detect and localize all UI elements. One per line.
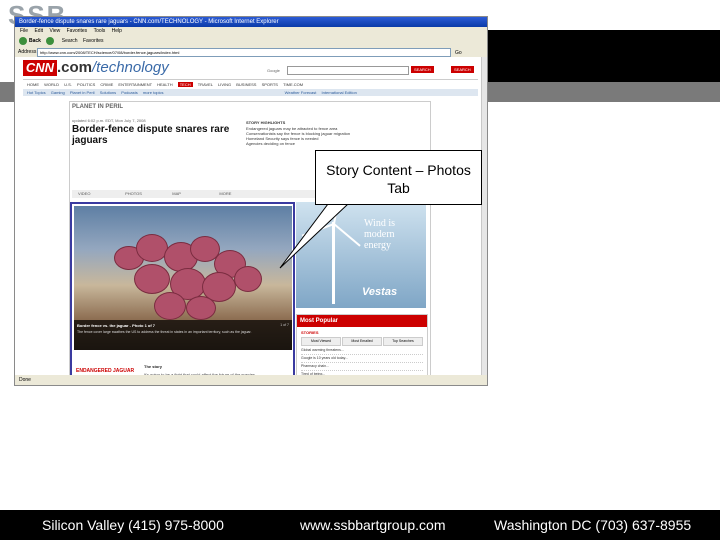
wind-turbine-icon [332,222,335,304]
menu-edit[interactable]: Edit [34,28,43,34]
section-main: .com [57,59,93,76]
subnav-solutions[interactable]: Solutions [100,90,116,95]
menu-file[interactable]: File [20,28,28,34]
nav-home[interactable]: HOME [27,82,39,87]
favorites-button[interactable]: Favorites [83,36,104,47]
photo-gallery: Border fence vs. the jaguar - Photo 1 of… [70,202,295,385]
subnav-hot-topics[interactable]: Hot Topics [27,90,46,95]
cactus-pad [154,292,186,320]
caption-text: The fence cover large swathes the US to … [77,330,252,334]
subnav-more[interactable]: more topics [143,90,164,95]
ad-brand: Vestas [362,286,398,298]
subnav-gaming[interactable]: Gaming [51,90,65,95]
subnav-planet[interactable]: Planet in Peril [70,90,95,95]
footer-silicon-valley: Silicon Valley (415) 975-8000 [42,517,224,533]
endangered-jaguar-logo: ENDANGERED JAGUAR [76,368,135,374]
cactus-pad [234,266,262,292]
photo-caption: Border fence vs. the jaguar - Photo 1 of… [74,320,292,350]
turbine-blade [333,223,361,247]
page-viewport: CNN .com/technology Google SEARCH SEARCH… [15,57,481,385]
footer-washington: Washington DC (703) 637-8955 [494,517,692,533]
nav-us[interactable]: U.S. [64,82,72,87]
menu-favorites[interactable]: Favorites [67,28,88,34]
address-label: Address [18,49,37,55]
forward-button[interactable] [46,36,56,47]
nav-politics[interactable]: POLITICS [77,82,95,87]
slide-header-bar [486,30,720,82]
story-highlights-title: STORY HIGHLIGHTS [246,120,286,125]
cactus-pad [186,296,216,320]
cactus-pad [134,264,170,294]
story-headline: Border-fence dispute snares rare jaguars [72,124,230,146]
nav-entertainment[interactable]: ENTERTAINMENT [118,82,152,87]
back-arrow-icon [19,36,27,45]
footer-website[interactable]: www.ssbbartgroup.com [300,517,446,533]
vestas-ad[interactable]: Wind is modern energy Vestas [296,190,426,308]
nav-business[interactable]: BUSINESS [236,82,256,87]
vertical-scrollbar[interactable] [481,57,487,375]
nav-tech[interactable]: TECH [177,82,193,87]
tab-most-emailed[interactable]: Most Emailed [342,337,382,346]
menu-bar: File Edit View Favorites Tools Help [15,27,487,36]
nav-world[interactable]: WORLD [44,82,59,87]
most-popular-tabs: Most Viewed Most Emailed Top Searches [301,337,424,346]
menu-tools[interactable]: Tools [94,28,106,34]
list-item[interactable]: Global warming threatens... [301,347,423,355]
search-submit-button[interactable]: SEARCH [411,66,434,73]
updated-timestamp: updated 6:02 p.m. EDT, Mon July 7, 2008 [72,118,146,123]
callout-box: Story Content – Photos Tab [315,150,482,205]
gallery-story-title: The story [144,364,163,369]
turbine-blade [301,223,335,237]
tab-video[interactable]: VIDEO [78,190,118,198]
ad-text: Wind is modern energy [364,218,395,251]
status-bar: Done [15,375,487,385]
list-item[interactable]: Google is 10 years old today... [301,355,423,363]
subnav-podcasts[interactable]: Podcasts [121,90,137,95]
photo-position: 1 of 7 [280,323,289,327]
list-item[interactable]: Pharmacy chain... [301,363,423,371]
story-content: PLANET IN PERIL updated 6:02 p.m. EDT, M… [69,101,431,385]
menu-help[interactable]: Help [112,28,122,34]
tab-map[interactable]: MAP [172,190,212,198]
planet-in-peril-label: PLANET IN PERIL [72,104,124,110]
menu-view[interactable]: View [49,28,60,34]
section-title: .com/technology [57,60,169,76]
status-text: Done [19,377,31,383]
search-provider-label: Google [267,68,280,73]
most-popular-title: Most Popular [297,315,427,327]
nav-crime[interactable]: CRIME [100,82,113,87]
callout-text: Story Content – Photos Tab [326,162,471,196]
nav-health[interactable]: HEALTH [157,82,172,87]
subnav-weather[interactable]: Weather Forecast [285,90,317,95]
sub-nav: Hot Topics Gaming Planet in Peril Soluti… [23,89,478,96]
cnn-search-button[interactable]: SEARCH [451,66,474,73]
forward-arrow-icon [46,36,55,45]
nav-sports[interactable]: SPORTS [262,82,278,87]
nav-living[interactable]: LIVING [218,82,231,87]
most-popular-stories-label: STORIES [301,330,319,335]
tab-most-viewed[interactable]: Most Viewed [301,337,341,346]
search-input[interactable] [287,66,409,75]
nav-time[interactable]: TIME.COM [283,82,303,87]
tab-top-searches[interactable]: Top Searches [383,337,423,346]
window-title: Border-fence dispute snares rare jaguars… [19,19,279,25]
back-button[interactable]: Back [19,36,41,47]
back-label: Back [29,38,41,44]
address-bar: Address http://www.cnn.com/2008/TECH/sci… [15,47,487,57]
caption-title: Border fence vs. the jaguar - Photo 1 of… [77,323,156,328]
window-title-bar: Border-fence dispute snares rare jaguars… [15,17,487,27]
address-input[interactable]: http://www.cnn.com/2008/TECH/science/07/… [37,48,451,57]
search-button[interactable]: Search [62,36,78,47]
tab-more[interactable]: MORE [219,190,259,198]
nav-travel[interactable]: TRAVEL [198,82,213,87]
tab-photos[interactable]: PHOTOS [125,190,165,198]
highlight-item: Agencies deciding on fence [246,141,295,146]
story-highlights: Endangered jaguars may be attracted to f… [246,126,416,146]
cnn-logo[interactable]: CNN [23,60,57,76]
slide-footer: Silicon Valley (415) 975-8000 www.ssbbar… [0,510,720,540]
subnav-international[interactable]: International Edition [322,90,357,95]
section-sub: /technology [92,59,169,76]
